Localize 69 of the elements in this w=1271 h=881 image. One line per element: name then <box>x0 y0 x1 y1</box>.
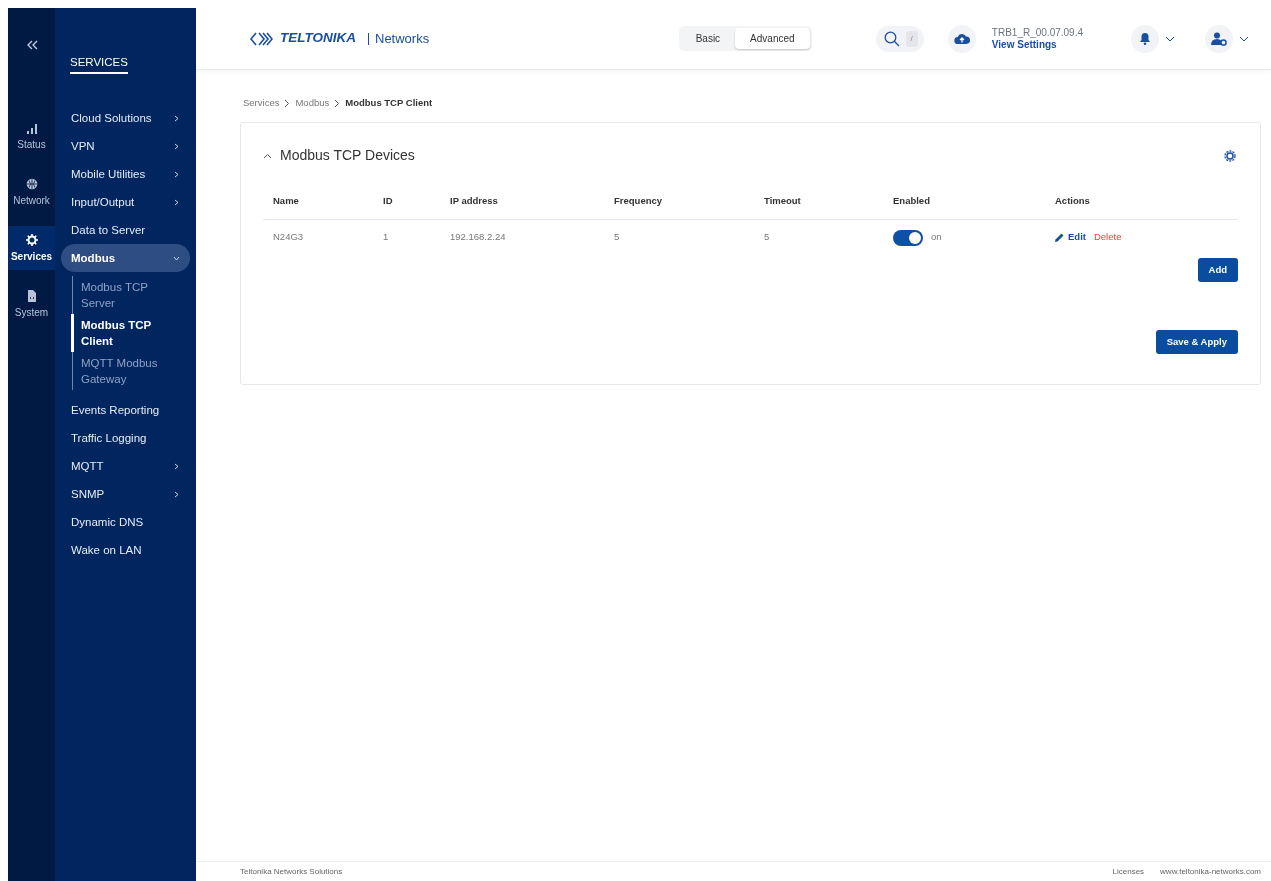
globe-icon <box>25 178 38 190</box>
gear-icon <box>25 234 38 246</box>
menu-item[interactable]: MQTT <box>61 452 190 481</box>
user-menu-button[interactable] <box>1205 24 1233 53</box>
collapse-icon[interactable] <box>25 40 38 50</box>
add-button[interactable]: Add <box>1197 257 1238 282</box>
footer-link[interactable]: www.teltonika-networks.com <box>1160 865 1261 878</box>
submenu-item[interactable]: MQTT Modbus Gateway <box>73 352 190 391</box>
menu-item[interactable]: Events Reporting <box>61 396 190 425</box>
submenu-item[interactable]: Modbus TCP Client <box>71 314 190 353</box>
rail-tab[interactable]: Status <box>8 114 55 158</box>
rail-tab[interactable]: System <box>8 282 55 326</box>
column-header: Name <box>263 194 373 219</box>
menu-item[interactable]: Traffic Logging <box>61 424 190 453</box>
column-header: Enabled <box>883 194 1045 219</box>
cloud-upload-icon <box>953 32 970 45</box>
table-cell: 5 <box>754 219 883 252</box>
column-header: Frequency <box>604 194 754 219</box>
menu-item[interactable]: Modbus <box>61 244 190 273</box>
menu-item[interactable]: Dynamic DNS <box>61 508 190 537</box>
edit-link[interactable]: Edit <box>1055 230 1086 245</box>
table-cell: 192.168.2.24 <box>440 219 604 252</box>
column-header: ID <box>373 194 440 219</box>
user-settings-icon <box>1211 31 1227 46</box>
notifications-button[interactable] <box>1131 24 1159 53</box>
breadcrumb-link[interactable]: Modbus <box>295 96 330 111</box>
breadcrumb-current: Modbus TCP Client <box>345 96 433 110</box>
caret-icon[interactable] <box>1239 35 1249 42</box>
section-toggle[interactable]: Modbus TCP Devices <box>263 145 415 167</box>
pencil-icon <box>1055 233 1064 242</box>
bell-icon <box>1139 32 1151 45</box>
save-apply-button[interactable]: Save & Apply <box>1155 329 1238 354</box>
breadcrumb-link[interactable]: Services <box>243 96 280 111</box>
delete-link[interactable]: Delete <box>1093 230 1122 245</box>
rail-tab[interactable]: Network <box>8 170 55 214</box>
table-cell: 1 <box>373 219 440 252</box>
rail-tab[interactable]: Services <box>8 226 55 270</box>
firmware-version: TRB1_R_00.07.09.4 <box>991 26 1083 39</box>
settings-link[interactable]: View Settings <box>991 38 1083 51</box>
column-header: Actions <box>1045 194 1238 219</box>
menu-item[interactable]: SNMP <box>61 480 190 509</box>
menu-item[interactable]: Data to Server <box>61 216 190 245</box>
table-cell: N24G3 <box>263 219 373 252</box>
menu-item[interactable]: Mobile Utilities <box>61 160 190 189</box>
footer-link[interactable]: Licenses <box>1112 865 1145 878</box>
menu-item[interactable]: VPN <box>61 132 190 161</box>
caret-icon[interactable] <box>1165 35 1175 42</box>
file-icon <box>25 290 38 302</box>
chevron-icon <box>263 152 272 159</box>
chevron-icon <box>334 98 341 108</box>
footer-text: Teltonika Networks Solutions <box>240 865 343 878</box>
mode-tab[interactable]: Basic <box>680 28 736 49</box>
section-title: SERVICES <box>70 54 128 75</box>
toggle-switch[interactable] <box>893 229 923 246</box>
submenu-item[interactable]: Modbus TCP Server <box>73 276 190 315</box>
mode-tab[interactable]: Advanced <box>735 28 810 49</box>
signal-icon <box>25 122 38 134</box>
column-header: Timeout <box>754 194 883 219</box>
chevron-icon <box>284 98 291 108</box>
settings-icon[interactable] <box>1224 149 1236 162</box>
menu-item[interactable]: Input/Output <box>61 188 190 217</box>
menu-item[interactable]: Wake on LAN <box>61 536 190 565</box>
toggle-label: on <box>931 230 942 245</box>
search-icon <box>883 30 900 47</box>
upload-button[interactable] <box>947 24 976 53</box>
menu-item[interactable]: Cloud Solutions <box>61 104 190 133</box>
logo[interactable]: TELTONIKA Networks <box>250 28 430 49</box>
column-header: IP address <box>440 194 604 219</box>
table-cell: 5 <box>604 219 754 252</box>
